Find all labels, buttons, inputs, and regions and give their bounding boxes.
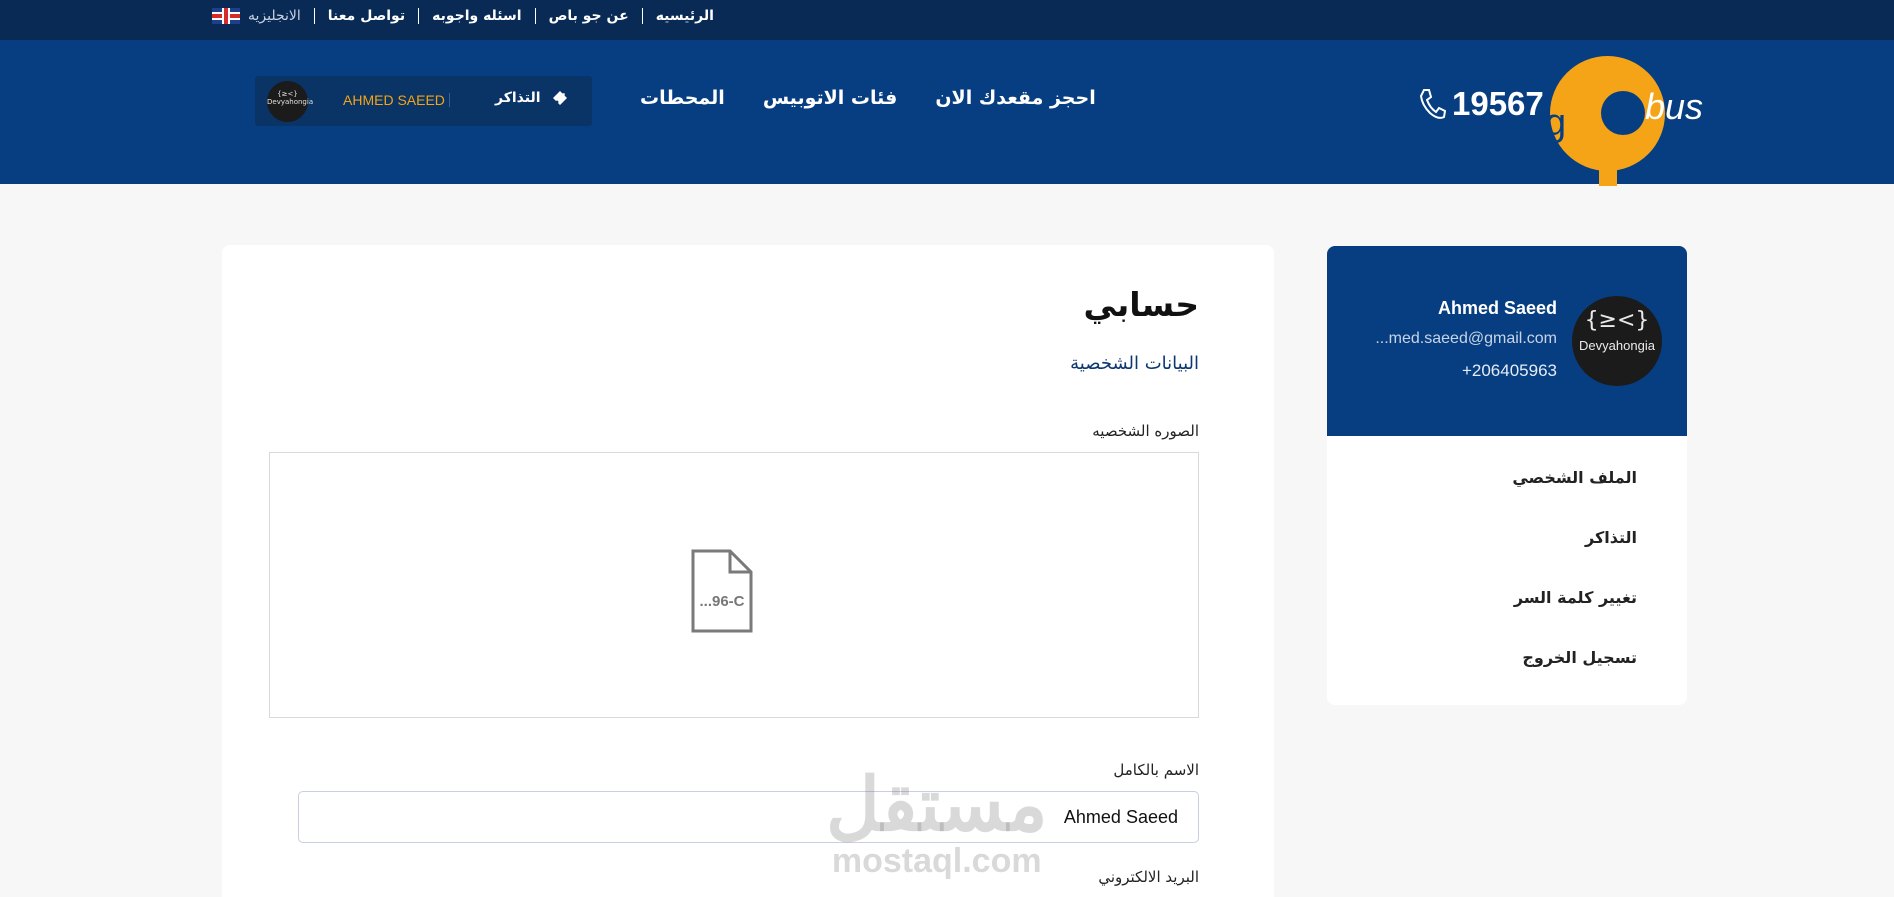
sidebar-item-change-password[interactable]: تغيير كلمة السر: [1514, 588, 1637, 607]
avatar-brand: Devyahongia: [1579, 338, 1655, 353]
tickets-label: التذاكر: [495, 90, 541, 106]
logo-hole: [1601, 91, 1645, 135]
hotline-number: 19567: [1452, 85, 1544, 122]
avatar-brand: Devyahongia: [267, 98, 314, 107]
watermark-latin: mostaql.com: [831, 842, 1042, 880]
sidebar-item-tickets[interactable]: التذاكر: [1585, 528, 1637, 547]
avatar[interactable]: {≥<} Devyahongia: [267, 81, 314, 122]
divider: [449, 93, 450, 107]
avatar: {≥<} Devyahongia: [1572, 296, 1662, 386]
user-name[interactable]: AHMED SAEED: [343, 92, 445, 108]
divider: [534, 8, 536, 24]
faq-link[interactable]: اسئله واجوبه: [432, 8, 521, 24]
avatar-glyph: {≥<}: [277, 90, 298, 98]
top-utility-bar: الانجليزيه تواصل معنا اسئله واجوبه عن جو…: [0, 0, 1894, 40]
profile-summary: {≥<} Devyahongia Ahmed Saeed ...med.saee…: [1327, 246, 1687, 436]
ticket-icon: [552, 91, 567, 105]
file-placeholder-text: ...96-C: [699, 593, 744, 610]
top-links: الانجليزيه تواصل معنا اسئله واجوبه عن جو…: [212, 0, 714, 32]
sidebar-item-logout[interactable]: تسجيل الخروج: [1522, 648, 1637, 667]
email-label: البريد الالكتروني: [1098, 868, 1199, 886]
watermark: مستقل mostaql.com: [826, 768, 1047, 881]
phone-icon: [1419, 89, 1446, 119]
photo-label: الصوره الشخصيه: [1092, 422, 1199, 440]
divider: [313, 8, 315, 24]
logo-letter-g: g: [1545, 102, 1567, 144]
logo-stem: [1599, 164, 1617, 186]
logo-word-bus: bus: [1645, 86, 1704, 127]
profile-photo-upload[interactable]: ...96-C: [269, 452, 1199, 718]
nav-bus-classes[interactable]: فئات الاتوبيس: [763, 87, 898, 109]
nav-stations[interactable]: المحطات: [640, 87, 725, 109]
home-link[interactable]: الرئيسيه: [656, 8, 714, 24]
profile-sidebar: {≥<} Devyahongia Ahmed Saeed ...med.saee…: [1327, 246, 1687, 705]
gobus-logo[interactable]: g bus: [1545, 56, 1703, 186]
about-link[interactable]: عن جو باص: [549, 8, 629, 24]
uk-flag-icon[interactable]: [212, 8, 240, 24]
contact-link[interactable]: تواصل معنا: [328, 8, 405, 24]
nav-book-seat[interactable]: احجز مقعدك الان: [935, 87, 1095, 109]
fullname-label: الاسم بالكامل: [1113, 761, 1199, 779]
broken-file-icon: ...96-C: [691, 549, 753, 633]
hotline[interactable]: 19567: [1418, 84, 1544, 124]
profile-name: Ahmed Saeed: [1437, 298, 1557, 318]
language-switch[interactable]: الانجليزيه: [248, 8, 301, 24]
divider: [418, 8, 420, 24]
watermark-arabic: مستقل: [826, 763, 1048, 846]
page-title: حسابي: [1083, 285, 1199, 324]
main-header: g bus 19567 المحطات فئات الاتوبيس احجز م…: [0, 40, 1894, 186]
profile-phone: +206405963: [1461, 361, 1557, 380]
tickets-link[interactable]: التذاكر: [495, 89, 569, 107]
section-title: البيانات الشخصية: [1070, 353, 1199, 374]
user-menu[interactable]: {≥<} Devyahongia AHMED SAEED التذاكر: [255, 76, 592, 126]
avatar-glyph: {≥<}: [1584, 308, 1650, 333]
sidebar-item-profile[interactable]: الملف الشخصي: [1512, 468, 1637, 487]
divider: [641, 8, 643, 24]
profile-email: ...med.saeed@gmail.com: [1375, 330, 1557, 347]
account-card: حسابي البيانات الشخصية الصوره الشخصيه ..…: [222, 245, 1274, 897]
main-nav: المحطات فئات الاتوبيس احجز مقعدك الان: [640, 80, 1134, 116]
fullname-field[interactable]: [298, 791, 1199, 843]
